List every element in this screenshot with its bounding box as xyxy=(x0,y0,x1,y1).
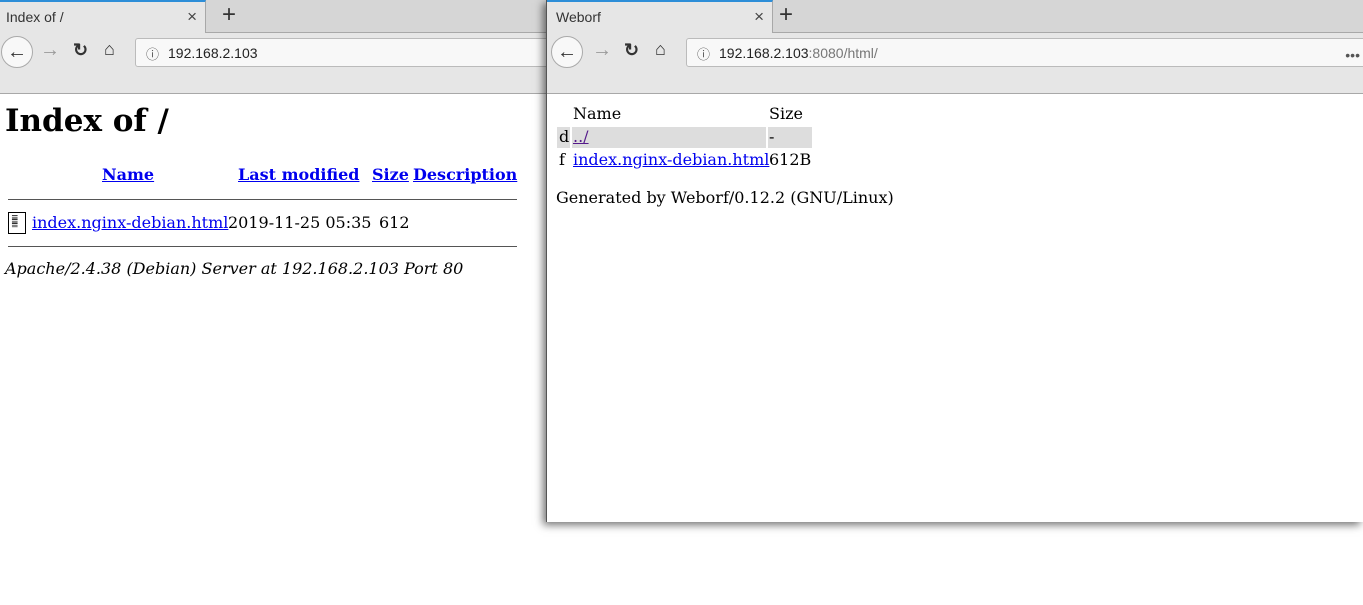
url-bar[interactable]: ⓘ 192.168.2.103 xyxy=(135,38,560,67)
forward-icon[interactable]: → xyxy=(592,39,612,62)
entry-type: f xyxy=(559,150,565,169)
file-modified: 2019-11-25 05:35 xyxy=(228,213,372,232)
sort-modified-link[interactable]: Last modified xyxy=(238,165,359,184)
column-name: Name xyxy=(573,104,622,123)
tab-title: Index of / xyxy=(6,9,64,25)
new-tab-icon[interactable]: + xyxy=(222,1,236,29)
home-icon[interactable]: ⌂ xyxy=(104,39,115,60)
sort-size-link[interactable]: Size xyxy=(372,165,409,184)
divider xyxy=(8,199,517,200)
entry-size: 612B xyxy=(769,150,812,169)
url-text: 192.168.2.103 xyxy=(168,45,258,61)
forward-icon[interactable]: → xyxy=(40,39,60,62)
nav-bar: ← → ↻ ⌂ ⓘ 192.168.2.103:8080/html/ ••• xyxy=(547,33,1363,71)
row-highlight xyxy=(572,127,766,148)
sort-name-link[interactable]: Name xyxy=(102,165,154,184)
browser-window-weborf: Weborf × + ← → ↻ ⌂ ⓘ 192.168.2.103:8080/ht… xyxy=(546,0,1363,522)
url-host: 192.168.2.103 xyxy=(719,45,809,61)
page-title: Index of / xyxy=(5,103,169,139)
sort-description-link[interactable]: Description xyxy=(413,165,517,184)
file-size: 612 xyxy=(379,213,410,232)
tab-title: Weborf xyxy=(556,9,601,25)
browser-window-apache: Index of / × + ← → ↻ ⌂ ⓘ 192.168.2.103 Ind… xyxy=(0,0,560,605)
close-tab-icon[interactable]: × xyxy=(187,7,197,27)
entry-type: d xyxy=(559,127,570,146)
reload-icon[interactable]: ↻ xyxy=(73,40,88,61)
page-actions-icon[interactable]: ••• xyxy=(1345,47,1360,63)
info-icon[interactable]: ⓘ xyxy=(697,44,710,63)
back-icon[interactable]: ← xyxy=(1,36,33,68)
url-bar[interactable]: ⓘ 192.168.2.103:8080/html/ ••• xyxy=(686,38,1363,67)
server-footer: Generated by Weborf/0.12.2 (GNU/Linux) xyxy=(556,188,894,207)
row-highlight xyxy=(768,127,812,148)
tab-bar: Index of / × + xyxy=(0,0,560,33)
column-size: Size xyxy=(769,104,803,123)
toolbar-strip xyxy=(0,71,560,94)
tab-weborf[interactable]: Weborf × xyxy=(547,0,773,33)
toolbar-strip xyxy=(547,71,1363,94)
server-footer: Apache/2.4.38 (Debian) Server at 192.168… xyxy=(5,259,464,278)
url-path: :8080/html/ xyxy=(808,45,878,61)
home-icon[interactable]: ⌂ xyxy=(655,39,666,60)
close-tab-icon[interactable]: × xyxy=(754,7,764,27)
nav-bar: ← → ↻ ⌂ ⓘ 192.168.2.103 xyxy=(0,33,560,71)
file-link[interactable]: index.nginx-debian.html xyxy=(573,150,769,169)
divider xyxy=(8,246,517,247)
info-icon[interactable]: ⓘ xyxy=(146,44,159,63)
reload-icon[interactable]: ↻ xyxy=(624,40,639,61)
new-tab-icon[interactable]: + xyxy=(779,1,793,29)
back-icon[interactable]: ← xyxy=(551,36,583,68)
file-link[interactable]: index.nginx-debian.html xyxy=(32,213,228,232)
tab-index[interactable]: Index of / × xyxy=(0,0,206,33)
file-icon: ≡ ≡ ≡ xyxy=(8,212,26,234)
parent-dir-link[interactable]: ../ xyxy=(573,127,589,146)
tab-bar: Weborf × + xyxy=(547,0,1363,33)
entry-size: - xyxy=(769,127,775,146)
